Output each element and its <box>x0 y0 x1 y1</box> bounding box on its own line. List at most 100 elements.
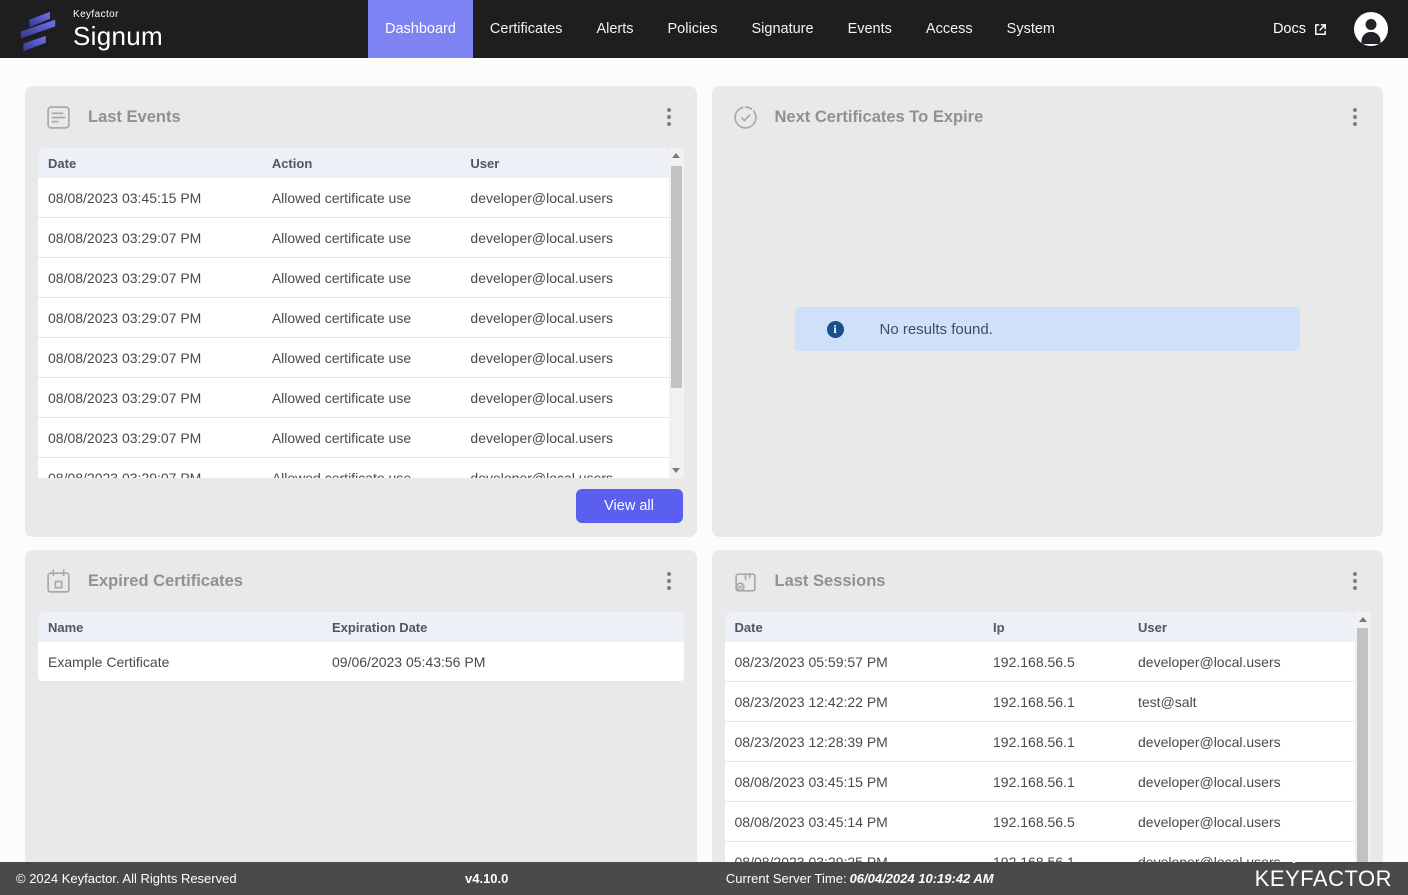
last-sessions-header: Last Sessions <box>725 550 1371 612</box>
nav-tab-access[interactable]: Access <box>909 0 990 58</box>
table-cell: 08/08/2023 03:29:07 PM <box>38 470 262 479</box>
table-cell: developer@local.users <box>1128 734 1355 750</box>
table-cell: 08/23/2023 12:42:22 PM <box>725 694 984 710</box>
table-cell: 192.168.56.1 <box>983 774 1128 790</box>
nav-tab-dashboard[interactable]: Dashboard <box>368 0 473 58</box>
keyfactor-wordmark: KEYFACTOR ˇ <box>1255 866 1392 892</box>
table-cell: developer@local.users <box>460 190 668 206</box>
table-row: 08/08/2023 03:45:15 PM192.168.56.1develo… <box>725 762 1356 802</box>
table-cell: developer@local.users <box>460 430 668 446</box>
table-cell: 08/08/2023 03:45:15 PM <box>725 774 984 790</box>
nav-tabs: DashboardCertificatesAlertsPoliciesSigna… <box>368 0 1072 58</box>
table-row: 08/08/2023 03:45:14 PM192.168.56.5develo… <box>725 802 1356 842</box>
card-menu-kebab-icon[interactable] <box>661 566 677 596</box>
last-events-header: Last Events <box>38 86 684 148</box>
table-row: 08/08/2023 03:29:07 PMAllowed certificat… <box>38 218 669 258</box>
column-header: Date <box>38 156 262 171</box>
last-sessions-table[interactable]: DateIpUser08/23/2023 05:59:57 PM192.168.… <box>725 612 1371 862</box>
next-certificates-card: Next Certificates To Expire i No results… <box>712 86 1384 537</box>
table-cell: Allowed certificate use <box>262 190 461 206</box>
table-cell: 09/06/2023 05:43:56 PM <box>322 654 683 670</box>
column-header: Expiration Date <box>322 620 683 635</box>
table-cell: 08/08/2023 03:29:07 PM <box>38 270 262 286</box>
card-title: Last Sessions <box>775 572 886 591</box>
docs-link[interactable]: Docs <box>1273 21 1328 37</box>
version-label: v4.10.0 <box>465 871 508 886</box>
column-header: User <box>1128 620 1355 635</box>
card-title: Last Events <box>88 108 181 127</box>
scroll-down-icon[interactable] <box>672 468 680 473</box>
scrollbar[interactable] <box>669 148 684 478</box>
view-all-button[interactable]: View all <box>576 489 683 523</box>
calendar-icon <box>45 568 72 595</box>
events-list-icon <box>45 104 72 131</box>
footer: © 2024 Keyfactor. All Rights Reserved v4… <box>0 862 1408 895</box>
docs-label: Docs <box>1273 21 1306 37</box>
table-header-row: DateIpUser <box>725 612 1356 642</box>
table-cell: developer@local.users <box>1128 814 1355 830</box>
table-header-row: NameExpiration Date <box>38 612 684 642</box>
nav-tab-certificates[interactable]: Certificates <box>473 0 580 58</box>
brand-product: Signum <box>73 23 163 49</box>
next-certificates-header: Next Certificates To Expire <box>725 86 1371 148</box>
column-header: Name <box>38 620 322 635</box>
last-sessions-card: Last Sessions DateIpUser08/23/2023 05:59… <box>712 550 1384 862</box>
no-results-text: No results found. <box>880 321 993 338</box>
last-events-table[interactable]: DateActionUser08/08/2023 03:45:15 PMAllo… <box>38 148 684 478</box>
scrollbar-thumb[interactable] <box>1357 628 1368 862</box>
expired-certificates-card: Expired Certificates NameExpiration Date… <box>25 550 697 862</box>
table-row: Example Certificate09/06/2023 05:43:56 P… <box>38 642 684 682</box>
card-menu-kebab-icon[interactable] <box>1347 102 1363 132</box>
nav-tab-signature[interactable]: Signature <box>734 0 830 58</box>
table-row: 08/08/2023 03:29:07 PMAllowed certificat… <box>38 458 669 478</box>
table-cell: developer@local.users <box>460 350 668 366</box>
session-box-icon <box>732 568 759 595</box>
external-link-icon <box>1313 22 1328 37</box>
table-cell: 192.168.56.5 <box>983 814 1128 830</box>
user-avatar[interactable] <box>1354 12 1388 46</box>
table-cell: 08/08/2023 03:29:07 PM <box>38 310 262 326</box>
caron-mark: ˇ <box>1292 858 1297 874</box>
table-cell: Allowed certificate use <box>262 270 461 286</box>
table-cell: developer@local.users <box>460 230 668 246</box>
nav-tab-events[interactable]: Events <box>831 0 909 58</box>
server-time-label: Current Server Time: <box>726 871 847 886</box>
table-row: 08/08/2023 03:45:15 PMAllowed certificat… <box>38 178 669 218</box>
table-cell: developer@local.users <box>1128 854 1355 863</box>
table-row: 08/08/2023 03:29:07 PMAllowed certificat… <box>38 298 669 338</box>
table-cell: 08/08/2023 03:45:14 PM <box>725 814 984 830</box>
column-header: Action <box>262 156 461 171</box>
expired-certificates-table[interactable]: NameExpiration DateExample Certificate09… <box>38 612 684 682</box>
clock-check-icon <box>732 104 759 131</box>
column-header: Ip <box>983 620 1128 635</box>
table-cell: developer@local.users <box>460 310 668 326</box>
brand[interactable]: Keyfactor Signum <box>16 5 163 53</box>
table-cell: developer@local.users <box>1128 774 1355 790</box>
scroll-up-icon[interactable] <box>672 153 680 158</box>
table-cell: Allowed certificate use <box>262 350 461 366</box>
table-row: 08/23/2023 05:59:57 PM192.168.56.5develo… <box>725 642 1356 682</box>
scroll-up-icon[interactable] <box>1359 617 1367 622</box>
dashboard-main: Last Events DateActionUser08/08/2023 03:… <box>0 58 1408 862</box>
scrollbar[interactable] <box>1355 612 1370 862</box>
nav-tab-policies[interactable]: Policies <box>651 0 735 58</box>
table-cell: 08/08/2023 03:29:07 PM <box>38 390 262 406</box>
expired-certificates-header: Expired Certificates <box>38 550 684 612</box>
nav-tab-system[interactable]: System <box>990 0 1072 58</box>
nav-tab-alerts[interactable]: Alerts <box>579 0 650 58</box>
card-menu-kebab-icon[interactable] <box>661 102 677 132</box>
table-row: 08/08/2023 03:29:25 PM192.168.56.1develo… <box>725 842 1356 862</box>
card-menu-kebab-icon[interactable] <box>1347 566 1363 596</box>
table-cell: 08/08/2023 03:45:15 PM <box>38 190 262 206</box>
info-icon: i <box>827 321 844 338</box>
scrollbar-thumb[interactable] <box>671 166 682 388</box>
server-time: Current Server Time:06/04/2024 10:19:42 … <box>726 871 994 886</box>
table-cell: 08/08/2023 03:29:25 PM <box>725 854 984 863</box>
column-header: User <box>460 156 668 171</box>
table-cell: 08/08/2023 03:29:07 PM <box>38 350 262 366</box>
table-cell: 08/08/2023 03:29:07 PM <box>38 230 262 246</box>
table-cell: 192.168.56.1 <box>983 734 1128 750</box>
table-cell: Allowed certificate use <box>262 470 461 479</box>
table-cell: test@salt <box>1128 694 1355 710</box>
table-row: 08/23/2023 12:42:22 PM192.168.56.1test@s… <box>725 682 1356 722</box>
